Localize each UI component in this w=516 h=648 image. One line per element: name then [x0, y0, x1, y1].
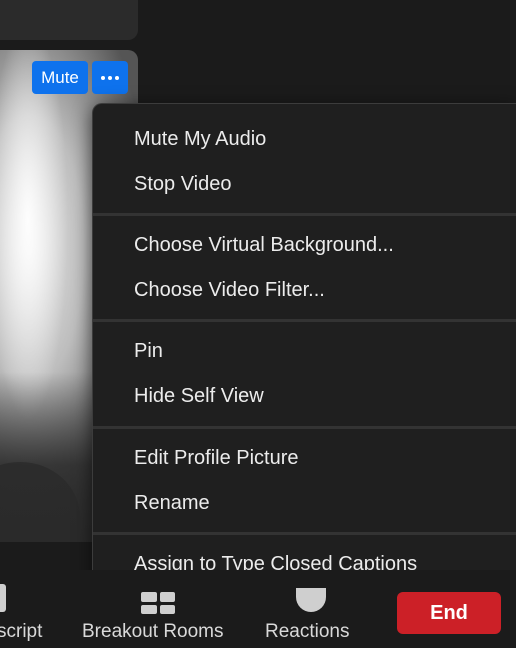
- top-video-tile: [0, 0, 138, 40]
- ellipsis-icon: [101, 75, 119, 80]
- transcript-icon[interactable]: [0, 584, 6, 612]
- end-meeting-button[interactable]: End: [397, 592, 501, 634]
- breakout-rooms-icon[interactable]: [141, 592, 175, 614]
- menu-item-hide-self-view[interactable]: Hide Self View: [134, 376, 264, 416]
- menu-item-choose-virtual-background[interactable]: Choose Virtual Background...: [134, 225, 394, 265]
- menu-item-edit-profile-picture[interactable]: Edit Profile Picture: [134, 438, 299, 478]
- menu-separator: [93, 213, 516, 216]
- menu-separator: [93, 426, 516, 429]
- menu-item-rename[interactable]: Rename: [134, 483, 210, 523]
- more-options-button[interactable]: [92, 61, 128, 94]
- mute-button[interactable]: Mute: [32, 61, 88, 94]
- menu-separator: [93, 319, 516, 322]
- menu-separator: [93, 532, 516, 535]
- transcript-label[interactable]: script: [0, 621, 42, 643]
- menu-item-pin[interactable]: Pin: [134, 331, 163, 371]
- menu-item-choose-video-filter[interactable]: Choose Video Filter...: [134, 270, 325, 310]
- reactions-label[interactable]: Reactions: [265, 621, 350, 643]
- breakout-rooms-label[interactable]: Breakout Rooms: [82, 621, 224, 643]
- menu-item-stop-video[interactable]: Stop Video: [134, 164, 232, 204]
- menu-item-mute-my-audio[interactable]: Mute My Audio: [134, 119, 266, 159]
- participant-context-menu: Mute My Audio Stop Video Choose Virtual …: [92, 103, 516, 599]
